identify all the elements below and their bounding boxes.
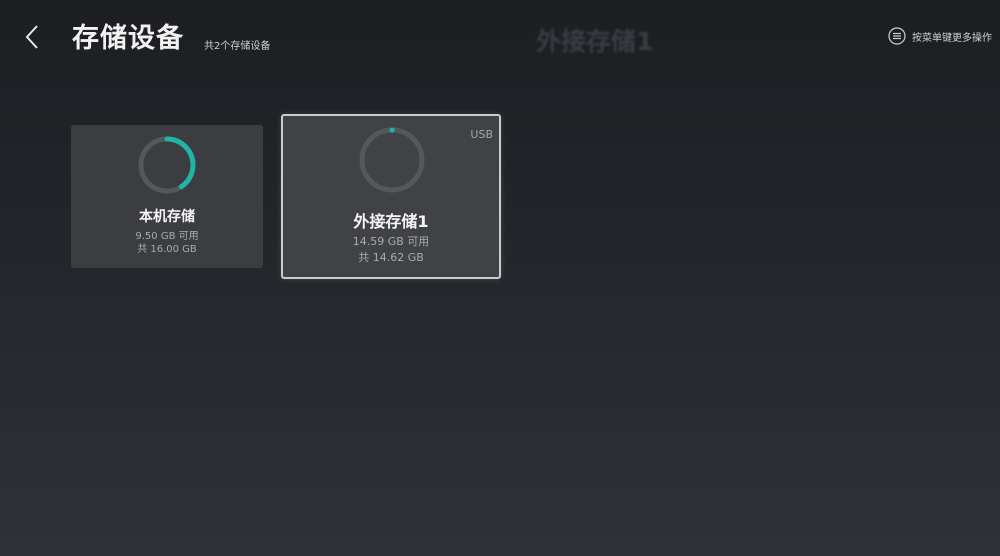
menu-hint-text: 按菜单键更多操作 xyxy=(912,32,992,44)
storage-total: 共 14.62 GB xyxy=(358,251,424,264)
menu-icon xyxy=(888,27,906,45)
ring-track xyxy=(359,127,425,193)
page-title: 存储设备 xyxy=(72,23,184,54)
focused-device-title: 外接存储1 xyxy=(536,27,654,56)
storage-name: 本机存储 xyxy=(139,209,195,225)
device-count: 共2个存储设备 xyxy=(204,41,271,52)
storage-total: 共 16.00 GB xyxy=(137,244,197,255)
storage-available: 14.59 GB 可用 xyxy=(352,235,430,248)
menu-hint: 按菜单键更多操作 xyxy=(888,27,992,45)
storage-name: 外接存储1 xyxy=(353,212,429,231)
chevron-left-icon xyxy=(25,25,38,49)
storage-usage-ring xyxy=(359,127,425,193)
back-button[interactable] xyxy=(18,20,46,54)
storage-card-external[interactable]: USB 外接存储1 14.59 GB 可用 共 14.62 GB xyxy=(281,114,501,279)
storage-usage-ring xyxy=(138,136,196,194)
usb-badge: USB xyxy=(470,128,493,141)
storage-card-local[interactable]: 本机存储 9.50 GB 可用 共 16.00 GB xyxy=(71,125,263,268)
